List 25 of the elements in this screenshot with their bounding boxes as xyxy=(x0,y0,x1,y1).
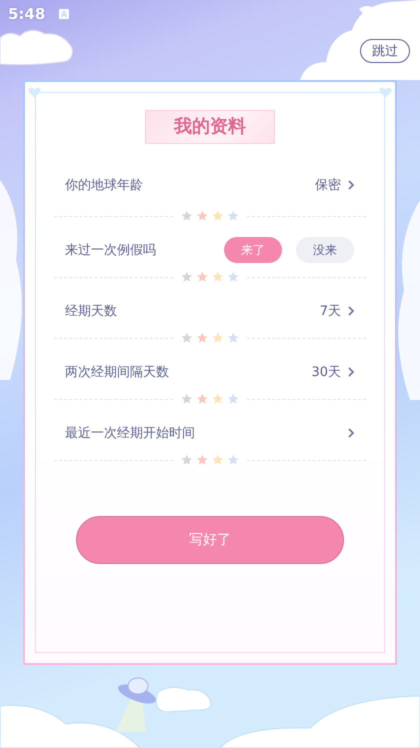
field-value[interactable] xyxy=(348,428,354,438)
heart-icon xyxy=(28,87,41,99)
field-label: 最近一次经期开始时间 xyxy=(65,425,195,442)
field-value[interactable]: 7天 xyxy=(320,302,354,320)
skip-button[interactable]: 跳过 xyxy=(360,39,410,63)
field-label: 你的地球年龄 xyxy=(65,176,143,194)
field-label: 来过一次例假吗 xyxy=(65,242,156,259)
chevron-right-icon xyxy=(348,428,354,438)
stars-icon xyxy=(181,332,239,344)
chevron-right-icon xyxy=(348,180,354,190)
stars-icon xyxy=(181,210,239,222)
stars-icon xyxy=(181,454,239,466)
chevron-right-icon xyxy=(348,367,354,377)
stars-icon xyxy=(181,271,239,283)
card-title: 我的资料 xyxy=(145,110,275,144)
status-time: 5:48 xyxy=(8,5,46,23)
field-label: 两次经期间隔天数 xyxy=(65,364,169,381)
field-value[interactable]: 30天 xyxy=(311,363,354,381)
option-chip[interactable]: 没来 xyxy=(296,237,354,263)
stars-icon xyxy=(181,393,239,405)
notification-icon xyxy=(59,9,70,19)
chevron-right-icon xyxy=(348,306,354,316)
field-label: 经期天数 xyxy=(65,303,117,320)
heart-icon xyxy=(379,87,392,99)
field-value[interactable]: 保密 xyxy=(315,176,354,194)
